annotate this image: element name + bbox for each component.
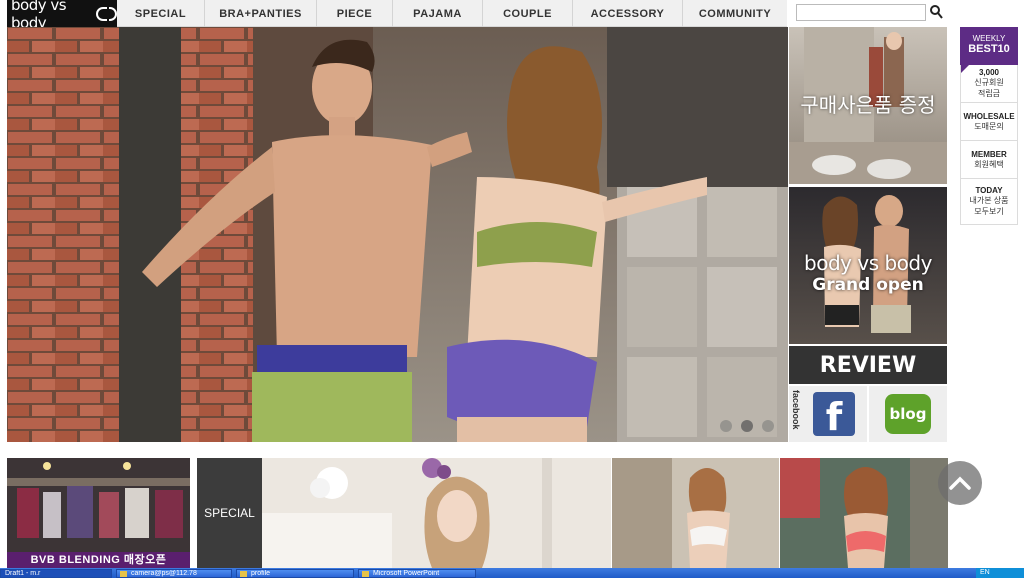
white-bra-image [612, 458, 779, 568]
taskbar-item-profile[interactable]: profile [236, 568, 354, 578]
logo-mark-icon [95, 6, 117, 21]
nav-community[interactable]: COMMUNITY [683, 0, 787, 27]
hero-image [7, 27, 788, 442]
wholesale-label: 도매문의 [974, 121, 1004, 131]
grand-open-banner[interactable]: body vs body Grand open [789, 187, 947, 344]
brand-logo[interactable]: body vs body [7, 0, 117, 32]
points-label-1: 신규회원 [974, 78, 1004, 87]
member-label: 회원혜택 [974, 159, 1004, 169]
today-label-1: 내가본 상품 [969, 196, 1009, 205]
nav-accessory[interactable]: ACCESSORY [573, 0, 683, 27]
wholesale-title: WHOLESALE [963, 111, 1015, 121]
search-icon[interactable] [929, 4, 943, 20]
weekly-label: WEEKLY [972, 34, 1006, 43]
facebook-icon: f [813, 392, 855, 436]
store-label: BVB BLENDING 매장오픈 [7, 552, 190, 568]
quick-menu-wholesale[interactable]: WHOLESALE 도매문의 [960, 103, 1018, 141]
blog-link[interactable]: blog [869, 386, 947, 442]
nav-bra-panties[interactable]: BRA+PANTIES [205, 0, 317, 27]
points-amount: 3,000 [978, 68, 1000, 77]
today-label-2: 모두보기 [974, 207, 1004, 216]
product-photo-pink-bra[interactable] [780, 458, 948, 568]
quick-menu-points[interactable]: 3,000 신규회원 적립금 [960, 65, 1018, 103]
chevron-up-icon [949, 476, 971, 490]
special-photo[interactable] [262, 458, 611, 568]
main-nav: SPECIAL BRA+PANTIES PIECE PAJAMA COUPLE … [117, 0, 787, 27]
quick-menu-today[interactable]: TODAY 내가본 상품 모두보기 [960, 179, 1018, 225]
quick-menu-member[interactable]: MEMBER 회원혜택 [960, 141, 1018, 179]
slider-dot-1[interactable] [720, 420, 732, 432]
review-banner[interactable]: REVIEW [789, 346, 947, 384]
hero-slider[interactable] [7, 27, 788, 442]
nav-special[interactable]: SPECIAL [117, 0, 205, 27]
grand-open-text: Grand open [812, 275, 924, 295]
facebook-link[interactable]: facebook f [789, 386, 867, 442]
blog-icon: blog [885, 394, 931, 434]
pink-bra-image [780, 458, 948, 568]
best10-label: BEST10 [968, 43, 1010, 55]
member-title: MEMBER [971, 149, 1007, 159]
today-title: TODAY [975, 186, 1003, 195]
grand-open-brand: body vs body [804, 251, 932, 275]
scroll-to-top-button[interactable] [938, 461, 982, 505]
windows-taskbar: Draft1 - m.r camera@ps@112.78 profile Mi… [0, 568, 1024, 578]
store-image [7, 458, 190, 552]
page: body vs body SPECIAL BRA+PANTIES PIECE P… [0, 0, 1024, 578]
gift-banner[interactable]: 구매사은품 증정 [789, 27, 947, 184]
taskbar-item-draft[interactable]: Draft1 - m.r [0, 568, 112, 578]
nav-piece[interactable]: PIECE [317, 0, 393, 27]
quick-menu: WEEKLY BEST10 3,000 신규회원 적립금 WHOLESALE 도… [960, 27, 1018, 225]
special-photo-image [262, 458, 611, 568]
system-tray: EN [976, 568, 1024, 578]
slider-dot-2[interactable] [741, 420, 753, 432]
gift-banner-text: 구매사은품 증정 [800, 93, 936, 117]
taskbar-item-camera[interactable]: camera@ps@112.78 [116, 568, 232, 578]
search-input[interactable] [796, 4, 926, 21]
taskbar-item-powerpoint[interactable]: Microsoft PowerPoint [358, 568, 476, 578]
slider-dot-3[interactable] [762, 420, 774, 432]
slider-dots [720, 420, 774, 432]
facebook-side-label: facebook [791, 390, 801, 430]
special-label[interactable]: SPECIAL [197, 458, 262, 568]
weekly-best-button[interactable]: WEEKLY BEST10 [960, 27, 1018, 65]
nav-couple[interactable]: COUPLE [483, 0, 573, 27]
points-label-2: 적립금 [977, 89, 1001, 98]
store-banner[interactable]: BVB BLENDING 매장오픈 [7, 458, 190, 568]
nav-pajama[interactable]: PAJAMA [393, 0, 483, 27]
product-photo-white-bra[interactable] [612, 458, 779, 568]
